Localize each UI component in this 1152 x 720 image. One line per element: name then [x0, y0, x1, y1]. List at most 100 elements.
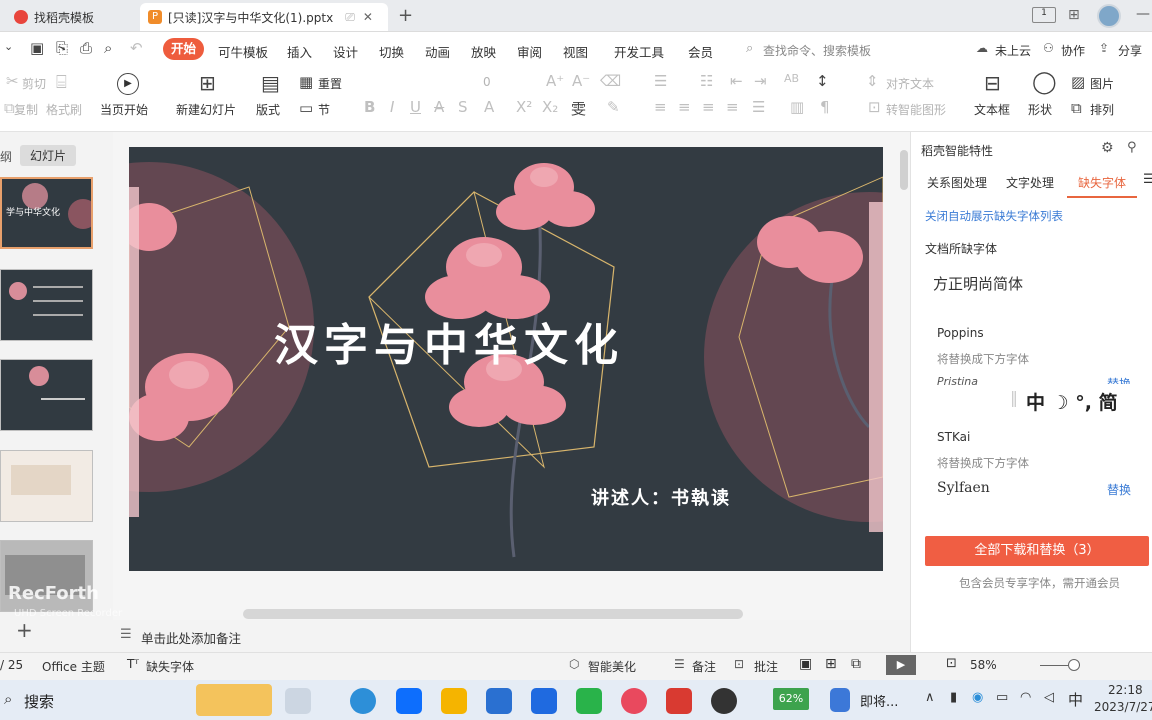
minimize-icon[interactable]: —: [1136, 6, 1150, 22]
justify-icon[interactable]: ≡: [726, 98, 739, 116]
edge-icon[interactable]: [350, 688, 376, 714]
tab-slides[interactable]: 幻灯片: [20, 145, 77, 166]
drag-handle-icon[interactable]: ‖: [1010, 388, 1018, 407]
clock-date[interactable]: 2023/7/27: [1094, 700, 1152, 714]
slide-title[interactable]: 汉字与中华文化: [274, 309, 624, 373]
tab-missing-fonts[interactable]: 缺失字体: [1078, 174, 1126, 191]
tab-start[interactable]: 开始: [163, 38, 204, 60]
shape-button[interactable]: 形状: [1028, 101, 1052, 118]
tab-outline[interactable]: 纲: [0, 148, 12, 165]
indent-icon[interactable]: ⇥: [754, 72, 767, 90]
reading-view-icon[interactable]: ⧉: [851, 656, 861, 672]
command-search[interactable]: 查找命令、搜索模板: [763, 42, 871, 59]
paragraph-icon[interactable]: ¶: [820, 98, 830, 116]
tab-review[interactable]: 审阅: [517, 42, 542, 61]
format-painter-button[interactable]: 格式刷: [46, 101, 82, 118]
highlight-icon[interactable]: ✎: [607, 98, 620, 116]
recorder-icon[interactable]: [621, 688, 647, 714]
grow-font-icon[interactable]: A⁺: [546, 72, 564, 90]
align-right-icon[interactable]: ≡: [702, 98, 715, 116]
reset-button[interactable]: 重置: [318, 75, 342, 92]
tab-relation-graph[interactable]: 关系图处理: [927, 174, 987, 191]
vertical-scrollbar[interactable]: [900, 150, 908, 190]
gear-icon[interactable]: ⚙: [1101, 140, 1114, 156]
tray-icon[interactable]: ▮: [950, 690, 957, 705]
fit-icon[interactable]: ⊡: [946, 656, 957, 671]
cloud-status[interactable]: 未上云: [995, 42, 1031, 59]
new-tab-icon[interactable]: +: [398, 5, 413, 26]
bold-icon[interactable]: B: [364, 98, 375, 116]
chevron-icon[interactable]: ⌄: [4, 40, 13, 53]
media-player-icon[interactable]: [711, 688, 737, 714]
font-substitute-3[interactable]: Sylfaen: [937, 480, 990, 496]
slide-thumbnail[interactable]: 学与中华文化: [0, 177, 93, 249]
undo-icon[interactable]: ↶: [130, 39, 143, 57]
normal-view-icon[interactable]: ▣: [799, 656, 812, 672]
more-icon[interactable]: ☰: [1143, 172, 1152, 187]
strikethrough-icon[interactable]: A: [434, 98, 444, 116]
file-explorer-icon[interactable]: [441, 688, 467, 714]
font-substitute-2[interactable]: Pristina: [937, 375, 978, 388]
text-direction-icon[interactable]: AB: [784, 72, 799, 85]
clock-time[interactable]: 22:18: [1108, 683, 1143, 697]
subscript-icon[interactable]: X₂: [542, 98, 558, 116]
tab-developer[interactable]: 开发工具: [614, 42, 664, 61]
preview-icon[interactable]: ⌕: [104, 39, 112, 57]
notes-placeholder[interactable]: 单击此处添加备注: [141, 628, 241, 647]
text-box-button[interactable]: 文本框: [974, 101, 1010, 118]
shadow-icon[interactable]: S: [458, 98, 468, 116]
smart-beautify-button[interactable]: 智能美化: [588, 658, 636, 675]
tab-slideshow[interactable]: 放映: [471, 42, 496, 61]
pin-icon[interactable]: ⎚: [345, 10, 355, 25]
pin-icon[interactable]: ⚲: [1127, 140, 1137, 155]
wifi-icon[interactable]: ◠: [1020, 690, 1031, 705]
italic-icon[interactable]: I: [390, 98, 394, 116]
window-count-icon[interactable]: 1: [1032, 7, 1056, 23]
columns-icon[interactable]: ▥: [790, 98, 804, 116]
layout-button[interactable]: 版式: [256, 101, 280, 118]
slide-canvas[interactable]: 汉字与中华文化 讲述人：书執读: [129, 147, 883, 571]
pinyin-icon[interactable]: 雯: [571, 98, 586, 119]
notes-button[interactable]: 备注: [692, 658, 716, 675]
clear-format-icon[interactable]: ⌫: [600, 72, 621, 90]
tab-insert[interactable]: 插入: [287, 42, 312, 61]
superscript-icon[interactable]: X²: [516, 98, 532, 116]
font-preview-1[interactable]: 方正明尚简体: [933, 273, 1023, 294]
tab-transition[interactable]: 切换: [379, 42, 404, 61]
collab-button[interactable]: 协作: [1061, 42, 1085, 59]
weather-widget-icon[interactable]: [196, 684, 272, 716]
slide-thumbnail[interactable]: [0, 269, 93, 341]
battery-icon[interactable]: ▭: [996, 690, 1008, 705]
tab-template-search[interactable]: 找稻壳模板: [6, 3, 136, 31]
task-view-icon[interactable]: [285, 688, 311, 714]
zoom-slider-thumb[interactable]: [1068, 659, 1080, 671]
new-slide-button[interactable]: 新建幻灯片: [176, 101, 236, 118]
font-color-icon[interactable]: A: [484, 98, 494, 116]
tab-member[interactable]: 会员: [688, 42, 713, 61]
align-left-icon[interactable]: ≡: [654, 98, 667, 116]
picture-button[interactable]: 图片: [1090, 75, 1114, 92]
chevron-up-icon[interactable]: ∧: [925, 690, 935, 705]
tab-animation[interactable]: 动画: [425, 42, 450, 61]
font-size-field[interactable]: 0: [483, 75, 491, 89]
share-button[interactable]: 分享: [1118, 42, 1142, 59]
mail-icon[interactable]: [486, 688, 512, 714]
cut-button[interactable]: 剪切: [22, 75, 46, 92]
close-auto-list-link[interactable]: 关闭自动展示缺失字体列表: [925, 208, 1063, 224]
distribute-icon[interactable]: ☰: [752, 98, 765, 116]
align-center-icon[interactable]: ≡: [678, 98, 691, 116]
horizontal-scrollbar[interactable]: [243, 609, 743, 619]
line-spacing-icon[interactable]: ↕: [816, 72, 829, 90]
shrink-font-icon[interactable]: A⁻: [572, 72, 590, 90]
zoom-level[interactable]: 58%: [970, 658, 997, 672]
save-icon[interactable]: ▣: [30, 39, 44, 57]
align-text-button[interactable]: 对齐文本: [886, 75, 934, 92]
wechat-icon[interactable]: [576, 688, 602, 714]
battery-widget[interactable]: 62%: [773, 688, 809, 710]
taskbar-search[interactable]: 搜索: [24, 691, 54, 712]
ime-status[interactable]: 中 ☽ °, 简: [1026, 388, 1118, 415]
export-pdf-icon[interactable]: ⎘: [56, 39, 68, 57]
close-icon[interactable]: ✕: [363, 10, 373, 24]
wps-icon[interactable]: [666, 688, 692, 714]
tab-document[interactable]: P [只读]汉字与中华文化(1).pptx ⎚ ✕: [140, 3, 388, 31]
